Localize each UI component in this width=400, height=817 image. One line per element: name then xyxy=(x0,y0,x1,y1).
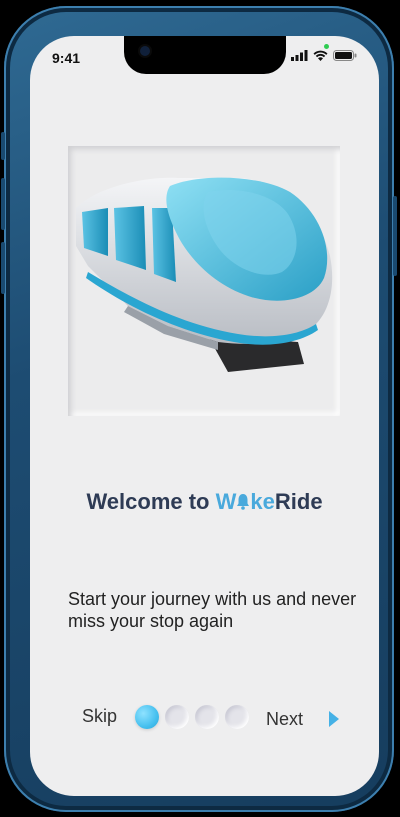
battery-icon xyxy=(333,50,357,61)
bell-icon xyxy=(237,494,250,510)
skip-button[interactable]: Skip xyxy=(82,706,117,727)
hero-image-card xyxy=(68,146,340,416)
status-icons xyxy=(291,50,357,61)
privacy-indicator xyxy=(324,44,329,49)
page-dot-1[interactable] xyxy=(135,705,159,729)
power-button xyxy=(393,196,397,276)
brand-ke: ke xyxy=(250,489,275,514)
train-illustration xyxy=(76,177,333,372)
page-dot-4[interactable] xyxy=(225,705,249,729)
signal-icon xyxy=(291,50,308,61)
brand-ride: Ride xyxy=(274,489,323,514)
volume-up-button xyxy=(1,178,5,230)
camera-icon xyxy=(140,46,150,56)
mute-switch xyxy=(1,132,5,160)
title-prefix: Welcome to xyxy=(86,489,210,514)
status-time: 9:41 xyxy=(52,50,81,66)
notch xyxy=(124,36,286,74)
screen: 9:41 Welcome to W keRide Start your jour… xyxy=(30,36,379,796)
next-arrow-icon[interactable] xyxy=(329,711,339,727)
brand-w: W xyxy=(215,489,237,514)
volume-down-button xyxy=(1,242,5,294)
onboarding-subtitle: Start your journey with us and never mis… xyxy=(68,589,357,631)
next-button[interactable]: Next xyxy=(266,709,303,730)
page-dot-3[interactable] xyxy=(195,705,219,729)
page-dot-2[interactable] xyxy=(165,705,189,729)
brand-name: WkeRide xyxy=(216,489,323,514)
page-indicator xyxy=(135,705,249,729)
wifi-icon xyxy=(313,50,328,61)
phone-frame: 9:41 Welcome to W keRide Start your jour… xyxy=(1,6,397,812)
welcome-title: Welcome to WkeRide xyxy=(30,489,379,515)
